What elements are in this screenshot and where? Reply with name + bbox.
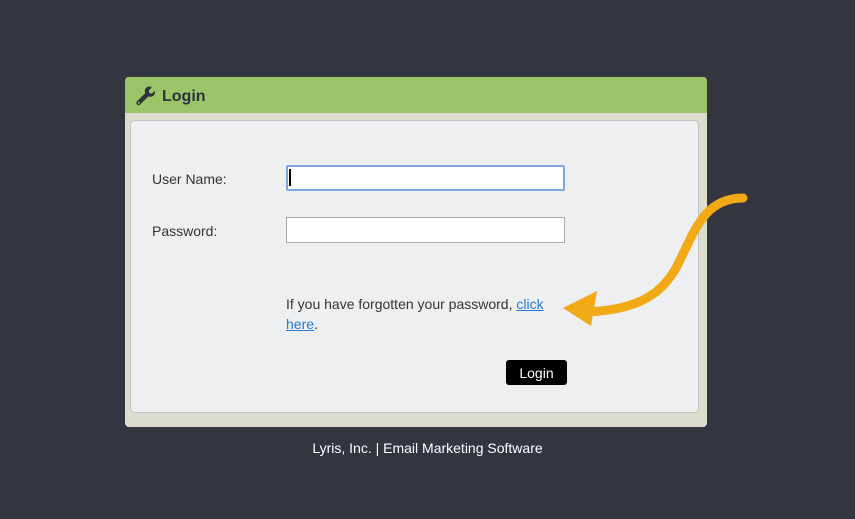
arrow-shaft <box>580 193 748 317</box>
arrow-head-icon <box>563 291 597 326</box>
panel-header: Login <box>125 77 707 113</box>
forgot-password-prefix: If you have forgotten your password, <box>286 296 517 312</box>
wrench-icon <box>135 85 157 107</box>
username-label: User Name: <box>152 171 227 187</box>
text-caret <box>289 169 291 186</box>
password-input[interactable] <box>286 217 565 243</box>
forgot-password-suffix: . <box>314 316 318 332</box>
password-label: Password: <box>152 223 218 239</box>
username-input[interactable] <box>286 165 565 191</box>
arrow-annotation <box>563 193 748 326</box>
panel-title: Login <box>162 88 206 105</box>
footer-text: Lyris, Inc. | Email Marketing Software <box>312 440 543 456</box>
login-button[interactable]: Login <box>506 360 567 385</box>
forgot-password-text: If you have forgotten your password, cli… <box>286 294 556 334</box>
